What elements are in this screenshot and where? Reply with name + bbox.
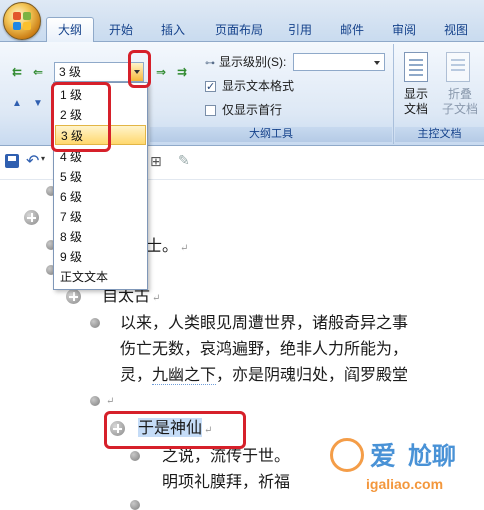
- outline-bullet-icon: [90, 396, 100, 406]
- dropdown-item-body-text[interactable]: 正文文本: [55, 267, 146, 287]
- show-document-button[interactable]: 显示 文档: [398, 87, 434, 117]
- doc-line-5[interactable]: 灵，九幽之下，亦是阴魂归处，阎罗殿堂: [120, 364, 408, 386]
- dropdown-item-level-8[interactable]: 8 级: [55, 227, 146, 247]
- doc-line-3[interactable]: 以来，人类眼见周遭世界，诸般奇异之事: [120, 312, 408, 334]
- undo-icon[interactable]: ↶: [26, 151, 39, 171]
- group-separator: [393, 44, 394, 144]
- save-icon[interactable]: [5, 154, 19, 168]
- tab-page-layout[interactable]: 页面布局: [204, 18, 274, 42]
- watermark-text-1: 爱: [370, 442, 397, 472]
- highlight-combo-dropdown: [128, 50, 151, 88]
- outline-bullet-icon: [90, 318, 100, 328]
- tab-outline[interactable]: 大纲: [46, 17, 94, 43]
- master-document-group-label: 主控文档: [395, 127, 484, 142]
- tab-mailings[interactable]: 邮件: [330, 18, 374, 42]
- demote-to-body-icon[interactable]: ⇉: [173, 63, 191, 81]
- show-text-format-label: 显示文本格式: [222, 79, 295, 93]
- tab-home[interactable]: 开始: [98, 18, 144, 42]
- ribbon-tab-bar: 大纲 开始 插入 页面布局 引用 邮件 审阅 视图: [0, 0, 484, 43]
- show-level-icon: ⊶: [205, 58, 215, 69]
- move-up-icon[interactable]: ▲: [8, 95, 26, 113]
- show-level-row: ⊶ 显示级别(S):: [205, 53, 286, 71]
- highlight-level-items: [51, 82, 111, 152]
- format-painter-icon[interactable]: ✎: [178, 152, 190, 169]
- empty-paragraph-mark: ↵: [106, 396, 115, 407]
- first-line-only-checkbox[interactable]: [205, 105, 216, 116]
- collapse-subdocuments-icon[interactable]: [446, 52, 470, 82]
- outline-expand-icon[interactable]: [66, 289, 81, 304]
- show-text-format-row[interactable]: 显示文本格式: [205, 77, 295, 96]
- outline-level-value: 3 级: [59, 65, 82, 79]
- outline-bullet-icon: [130, 500, 140, 510]
- outline-expand-icon[interactable]: [24, 210, 39, 225]
- undo-dropdown-icon[interactable]: ▾: [41, 154, 45, 163]
- first-line-only-row[interactable]: 仅显示首行: [205, 101, 282, 119]
- watermark-logo-icon: [330, 438, 364, 472]
- dropdown-item-level-7[interactable]: 7 级: [55, 207, 146, 227]
- demote-icon[interactable]: ⇒: [152, 63, 170, 81]
- tab-insert[interactable]: 插入: [150, 18, 196, 42]
- tab-review[interactable]: 审阅: [382, 18, 426, 42]
- highlight-selected-heading: [104, 411, 246, 449]
- collapse-subdocuments-button[interactable]: 折叠 子文档: [438, 87, 482, 117]
- show-text-format-checkbox[interactable]: [205, 78, 216, 96]
- table-toolbar-icon[interactable]: ⊞: [150, 153, 162, 170]
- dropdown-item-level-9[interactable]: 9 级: [55, 247, 146, 267]
- promote-to-heading1-icon[interactable]: ⇇: [8, 63, 26, 81]
- dropdown-item-level-5[interactable]: 5 级: [55, 167, 146, 187]
- watermark-text-2: 尬聊: [408, 442, 456, 470]
- tab-references[interactable]: 引用: [278, 18, 322, 42]
- doc-line-1[interactable]: 士。 ↵: [146, 235, 188, 260]
- doc-line-8[interactable]: 明项礼膜拜，祈福: [162, 471, 290, 493]
- dropdown-item-level-6[interactable]: 6 级: [55, 187, 146, 207]
- watermark-url: igaliao.com: [366, 476, 444, 492]
- move-down-icon[interactable]: ▼: [29, 95, 47, 113]
- show-level-label: 显示级别(S):: [219, 55, 287, 69]
- doc-line-4[interactable]: 伤亡无数，哀鸿遍野，绝非人力所能为，: [120, 338, 408, 360]
- outline-tools-group-label: 大纲工具: [150, 127, 392, 142]
- tab-view[interactable]: 视图: [434, 18, 478, 42]
- first-line-only-label: 仅显示首行: [222, 103, 283, 117]
- show-document-icon[interactable]: [404, 52, 428, 82]
- promote-icon[interactable]: ⇐: [29, 63, 47, 81]
- office-button[interactable]: [3, 2, 41, 40]
- office-logo-icon: [13, 12, 31, 30]
- site-watermark: 爱 尬聊 igaliao.com: [330, 430, 484, 510]
- show-level-select[interactable]: [293, 53, 385, 71]
- outline-bullet-icon: [130, 451, 140, 461]
